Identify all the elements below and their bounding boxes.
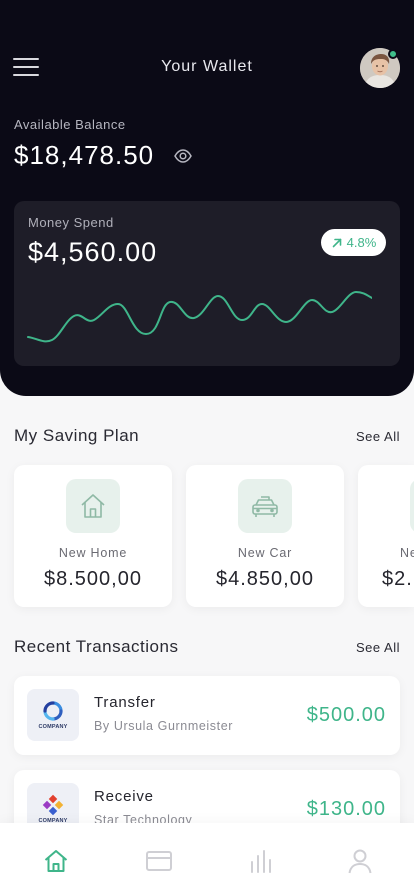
recent-transactions-title: Recent Transactions [14, 637, 179, 656]
car-icon-box [238, 479, 292, 533]
transaction-title: Receive [94, 788, 154, 805]
transaction-title: Transfer [94, 694, 156, 711]
saving-plan-card-new-home[interactable]: New Home $8.500,00 [14, 465, 172, 607]
plan-icon-box [410, 479, 414, 533]
profile-icon[interactable] [346, 847, 374, 875]
transactions-see-all-link[interactable]: See All [356, 640, 400, 655]
balance-value: $18,478.50 [14, 140, 155, 170]
plan-name: Ne [400, 546, 414, 560]
online-status-dot [388, 49, 398, 59]
home-icon [81, 494, 105, 518]
saving-plan-card-partial[interactable]: Ne $2. [358, 465, 414, 607]
money-spend-value: $4,560.00 [28, 237, 158, 267]
bottom-navigation-bar [0, 823, 414, 896]
saving-plan-title: My Saving Plan [14, 426, 140, 445]
saving-plan-see-all-link[interactable]: See All [356, 429, 400, 444]
trend-value: 4.8% [346, 235, 377, 250]
balance-label: Available Balance [14, 117, 126, 132]
page-title: Your Wallet [161, 58, 253, 75]
spend-line-chart [27, 290, 372, 343]
eye-icon[interactable] [173, 146, 193, 166]
transaction-subtitle: By Ursula Gurnmeister [94, 719, 234, 733]
car-icon [252, 496, 278, 517]
home-icon[interactable] [42, 847, 70, 875]
trend-badge: 4.8% [321, 229, 386, 256]
home-icon-box [66, 479, 120, 533]
chart-icon[interactable] [247, 847, 275, 875]
money-spend-label: Money Spend [28, 215, 114, 230]
arrow-up-right-icon [332, 238, 341, 247]
transaction-amount: $130.00 [306, 798, 386, 820]
company-logo-icon [43, 701, 63, 721]
transaction-amount: $500.00 [306, 704, 386, 726]
plan-amount: $8.500,00 [44, 568, 142, 590]
company-logo-text: COMPANY [38, 724, 68, 730]
company-logo: COMPANY [27, 689, 79, 741]
plan-amount: $2. [382, 568, 413, 590]
saving-plan-card-new-car[interactable]: New Car $4.850,00 [186, 465, 344, 607]
plan-name: New Home [58, 546, 128, 560]
card-icon[interactable] [145, 847, 173, 875]
plan-amount: $4.850,00 [216, 568, 314, 590]
company-logo-icon [42, 794, 64, 816]
plan-name: New Car [237, 546, 293, 560]
transaction-row-transfer[interactable]: COMPANY Transfer By Ursula Gurnmeister $… [14, 676, 400, 755]
wallet-header-panel: Your Wallet Available Balance $18,478.50… [0, 0, 414, 396]
